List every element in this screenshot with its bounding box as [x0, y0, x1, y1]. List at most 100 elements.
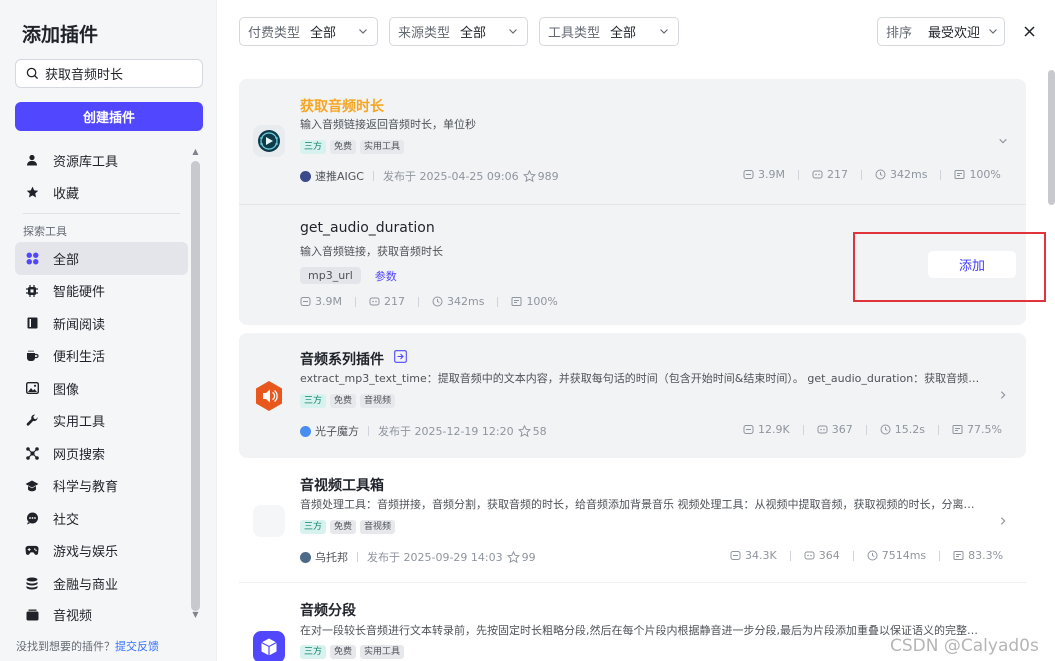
calls-count: 12.9K: [758, 423, 790, 436]
plugin-description: 在对一段较长音频进行文本转录前，先按固定时长粗略分段,然后在每个片段内根据静音进…: [300, 624, 978, 637]
sidebar-item-media[interactable]: 音视频: [15, 600, 188, 630]
open-external-icon[interactable]: [394, 350, 407, 363]
media-icon: [25, 608, 39, 622]
chevron-right-icon[interactable]: [998, 390, 1008, 400]
sidebar-item-favorites[interactable]: 收藏: [15, 177, 188, 210]
sidebar-item-label: 实用工具: [53, 415, 106, 431]
highlight-box: [853, 232, 1046, 302]
sidebar-item-all[interactable]: 全部: [15, 242, 188, 275]
sidebar-item-label: 音视频: [53, 609, 93, 624]
bot-icon: [804, 551, 815, 560]
source-type-filter[interactable]: 来源类型 全部: [389, 17, 528, 46]
chevron-down-icon: [509, 29, 517, 34]
bot-icon: [817, 425, 828, 434]
clock-icon: [432, 296, 443, 307]
sidebar-item-life[interactable]: 便利生活: [15, 340, 188, 373]
tag-category: 音视频: [360, 520, 396, 534]
sidebar-item-science[interactable]: 科学与教育: [15, 470, 188, 503]
sidebar-item-label: 便利生活: [53, 350, 106, 366]
sidebar-footer: 没找到想要的插件？提交反馈: [16, 638, 159, 654]
sidebar-item-label: 网页搜索: [53, 447, 106, 463]
plugin-title[interactable]: 音视频工具箱: [300, 475, 384, 495]
chevron-up-icon[interactable]: [998, 136, 1008, 146]
plugin-meta: 乌托邦 发布于 2025-09-29 14:03 99: [300, 549, 536, 565]
plugin-title[interactable]: 音频系列插件: [300, 349, 384, 369]
tag-third-party: 三方: [300, 645, 327, 659]
sidebar-item-label: 科学与教育: [53, 480, 119, 496]
image-icon: [25, 381, 39, 395]
success-rate-icon: [952, 425, 963, 434]
params-link[interactable]: 参数: [375, 268, 397, 284]
sidebar-item-label: 资源库工具: [53, 154, 119, 170]
star-outline-icon[interactable]: [517, 424, 531, 438]
sidebar-item-label: 图像: [53, 382, 80, 398]
author-name[interactable]: 光子魔方: [315, 423, 359, 439]
sidebar-item-library[interactable]: 资源库工具: [15, 144, 188, 177]
ai-brain-icon: [258, 130, 280, 152]
sidebar-item-label: 收藏: [53, 187, 80, 203]
calls-count: 34.3K: [745, 549, 777, 562]
plugin-tags: 三方 免费 实用工具: [300, 140, 405, 154]
star-outline-icon[interactable]: [506, 550, 520, 564]
plugin-logo: [253, 380, 285, 412]
chevron-down-icon: [359, 29, 367, 34]
sidebar-item-finance[interactable]: 金融与商业: [15, 567, 188, 600]
calls-icon: [743, 425, 754, 434]
tag-free: 免费: [330, 140, 357, 154]
plugin-stats: 12.9K 367 15.2s 77.5%: [743, 423, 1002, 436]
tag-third-party: 三方: [300, 394, 327, 408]
main-scrollbar[interactable]: [1048, 70, 1055, 205]
filter-value: 全部: [610, 26, 637, 41]
success-rate-icon: [953, 551, 964, 560]
close-button[interactable]: [1020, 22, 1038, 40]
search-input[interactable]: [45, 66, 195, 81]
coins-icon: [25, 576, 39, 590]
sidebar-section-label: 探索工具: [23, 225, 67, 238]
sort-select[interactable]: 排序 最受欢迎: [877, 17, 1005, 46]
plugin-title[interactable]: 音频分段: [300, 600, 356, 620]
sidebar-scroll-thumb[interactable]: [191, 161, 200, 611]
pay-type-filter[interactable]: 付费类型 全部: [239, 17, 378, 46]
publish-date: 发布于 2025-12-19 12:20: [378, 425, 514, 438]
tool-type-filter[interactable]: 工具类型 全部: [539, 17, 679, 46]
star-icon: [25, 186, 39, 200]
sidebar-item-image[interactable]: 图像: [15, 372, 188, 405]
tag-category: 音视频: [360, 394, 396, 408]
sidebar-item-web-search[interactable]: 网页搜索: [15, 437, 188, 470]
close-icon: [1023, 25, 1035, 37]
create-plugin-button[interactable]: 创建插件: [15, 102, 203, 131]
author-name[interactable]: 速推AIGC: [315, 168, 364, 184]
plugin-stats: 34.3K 364 7514ms 83.3%: [730, 549, 1003, 562]
publish-date: 发布于 2025-04-25 09:06: [382, 170, 519, 183]
scroll-up-icon[interactable]: ▲: [191, 147, 200, 156]
success-rate: 77.5%: [966, 423, 1002, 436]
clock-icon: [880, 424, 891, 435]
sidebar-item-games[interactable]: 游戏与娱乐: [15, 535, 188, 568]
latency: 342ms: [446, 295, 485, 308]
tag-free: 免费: [330, 520, 357, 534]
sort-label: 排序: [886, 26, 913, 41]
plugin-title[interactable]: 获取音频时长: [300, 96, 384, 116]
chevron-down-icon: [660, 29, 668, 34]
sidebar-scrollbar[interactable]: ▲ ▼: [191, 147, 200, 619]
sidebar-item-label: 全部: [53, 252, 80, 268]
plugin-card-audio-series[interactable]: 音频系列插件 extract_mp3_text_time：提取音频中的文本内容，…: [239, 333, 1026, 458]
tag-third-party: 三方: [300, 520, 327, 534]
search-box[interactable]: [15, 59, 203, 88]
scroll-down-icon[interactable]: ▼: [191, 610, 200, 619]
success-rate-icon: [954, 170, 965, 179]
latency: 15.2s: [894, 423, 925, 436]
sidebar-item-hardware[interactable]: 智能硬件: [15, 275, 188, 308]
latency: 7514ms: [881, 549, 927, 562]
sidebar-item-news[interactable]: 新闻阅读: [15, 307, 188, 340]
sidebar-item-social[interactable]: 社交: [15, 502, 188, 535]
sidebar-item-utility[interactable]: 实用工具: [15, 405, 188, 438]
sidebar-item-label: 智能硬件: [53, 285, 106, 301]
chat-icon: [25, 511, 39, 525]
chevron-right-icon[interactable]: [998, 516, 1008, 526]
plugin-logo: [253, 505, 285, 537]
plugin-card-av-toolbox[interactable]: 音视频工具箱 音频处理工具：音频拼接，音频分割，获取音频的时长，给音频添加背景音…: [239, 459, 1026, 583]
star-outline-icon[interactable]: [522, 169, 536, 183]
author-name[interactable]: 乌托邦: [315, 549, 348, 565]
feedback-link[interactable]: 提交反馈: [115, 640, 159, 653]
